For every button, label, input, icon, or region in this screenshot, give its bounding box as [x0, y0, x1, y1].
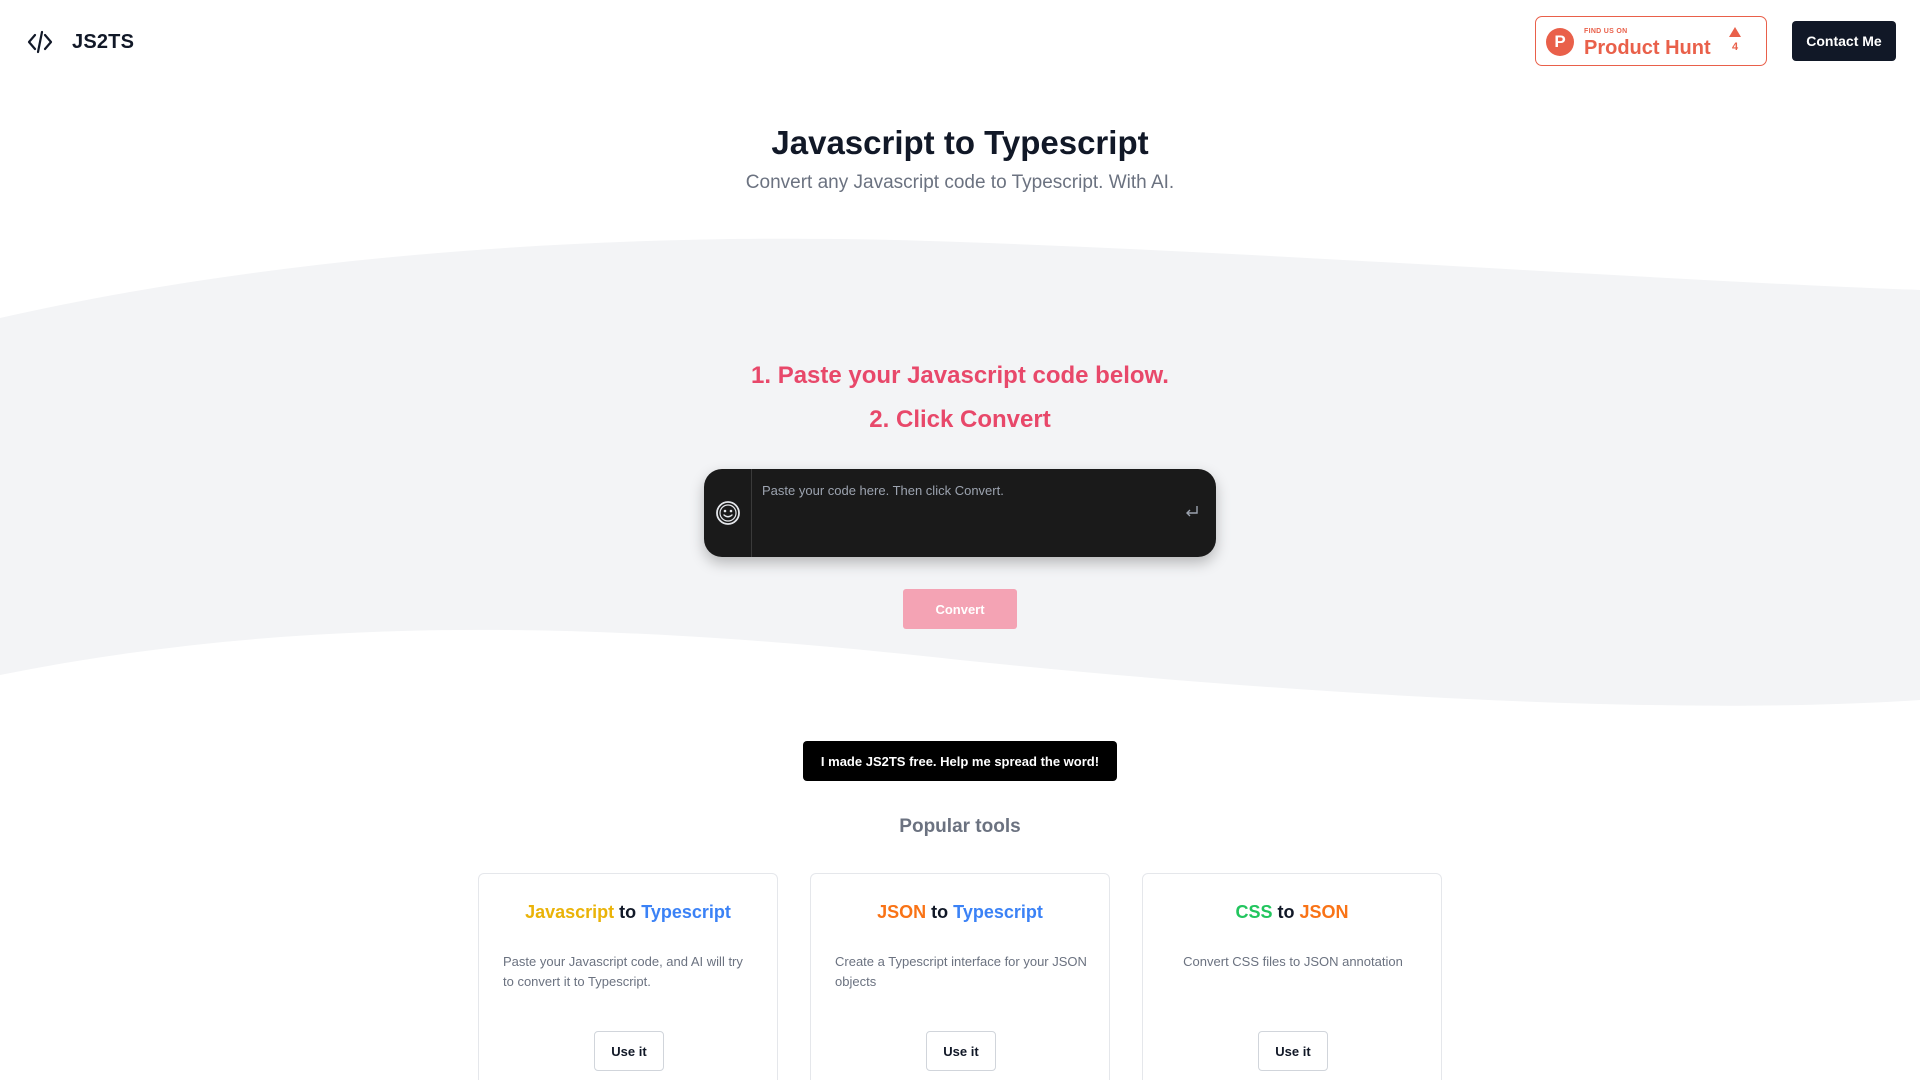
card-title-to: JSON	[1299, 902, 1349, 922]
code-icon	[27, 30, 53, 54]
code-editor	[704, 469, 1216, 557]
editor-gutter	[704, 469, 752, 557]
page-subtitle: Convert any Javascript code to Typescrip…	[745, 172, 1175, 193]
card-title-from: JSON	[877, 902, 927, 922]
card-title-to: Typescript	[953, 902, 1043, 922]
use-it-button[interactable]: Use it	[1258, 1031, 1328, 1071]
use-it-button[interactable]: Use it	[594, 1031, 664, 1071]
spread-the-word-button[interactable]: I made JS2TS free. Help me spread the wo…	[803, 741, 1117, 781]
tool-card-css-to-json: CSS to JSON Convert CSS files to JSON an…	[1142, 873, 1442, 1080]
enter-icon	[1186, 506, 1198, 517]
card-title-to-word: to	[931, 902, 949, 922]
card-title-to: Typescript	[641, 902, 731, 922]
card-title-to-word: to	[1277, 902, 1295, 922]
card-title: JSON to Typescript	[811, 902, 1109, 923]
upvote-widget: 4	[1728, 27, 1742, 53]
card-description: Convert CSS files to JSON annotation	[1183, 954, 1403, 969]
card-description: Create a Typescript interface for your J…	[835, 954, 1087, 989]
card-title: CSS to JSON	[1143, 902, 1441, 923]
logo-text: JS2TS	[72, 30, 135, 53]
page-title: Javascript to Typescript	[771, 124, 1149, 161]
upvote-count: 4	[1731, 41, 1739, 53]
card-title-from: Javascript	[525, 902, 615, 922]
use-it-button[interactable]: Use it	[926, 1031, 996, 1071]
product-hunt-small-text: FIND US ON	[1584, 28, 1628, 35]
product-hunt-name: Product Hunt	[1584, 37, 1711, 59]
convert-button[interactable]: Convert	[903, 589, 1017, 629]
smiley-icon	[715, 501, 740, 525]
tool-card-js-to-ts: Javascript to Typescript Paste your Java…	[478, 873, 778, 1080]
upvote-arrow-icon	[1729, 27, 1741, 37]
product-hunt-badge[interactable]: P FIND US ON Product Hunt 4	[1535, 16, 1767, 66]
card-title-to-word: to	[619, 902, 637, 922]
product-hunt-logo-icon: P	[1546, 28, 1574, 56]
instruction-step-1: 1. Paste your Javascript code below.	[751, 362, 1169, 389]
card-title-from: CSS	[1235, 902, 1273, 922]
contact-button[interactable]: Contact Me	[1792, 21, 1896, 61]
instruction-step-2: 2. Click Convert	[869, 406, 1051, 433]
popular-tools-heading: Popular tools	[899, 816, 1021, 837]
card-title: Javascript to Typescript	[479, 902, 777, 923]
logo-link[interactable]: JS2TS	[26, 26, 134, 58]
code-input[interactable]	[762, 483, 1162, 543]
card-description: Paste your Javascript code, and AI will …	[503, 954, 743, 989]
tool-card-json-to-ts: JSON to Typescript Create a Typescript i…	[810, 873, 1110, 1080]
header: JS2TS P FIND US ON Product Hunt 4 Contac…	[0, 0, 1920, 82]
